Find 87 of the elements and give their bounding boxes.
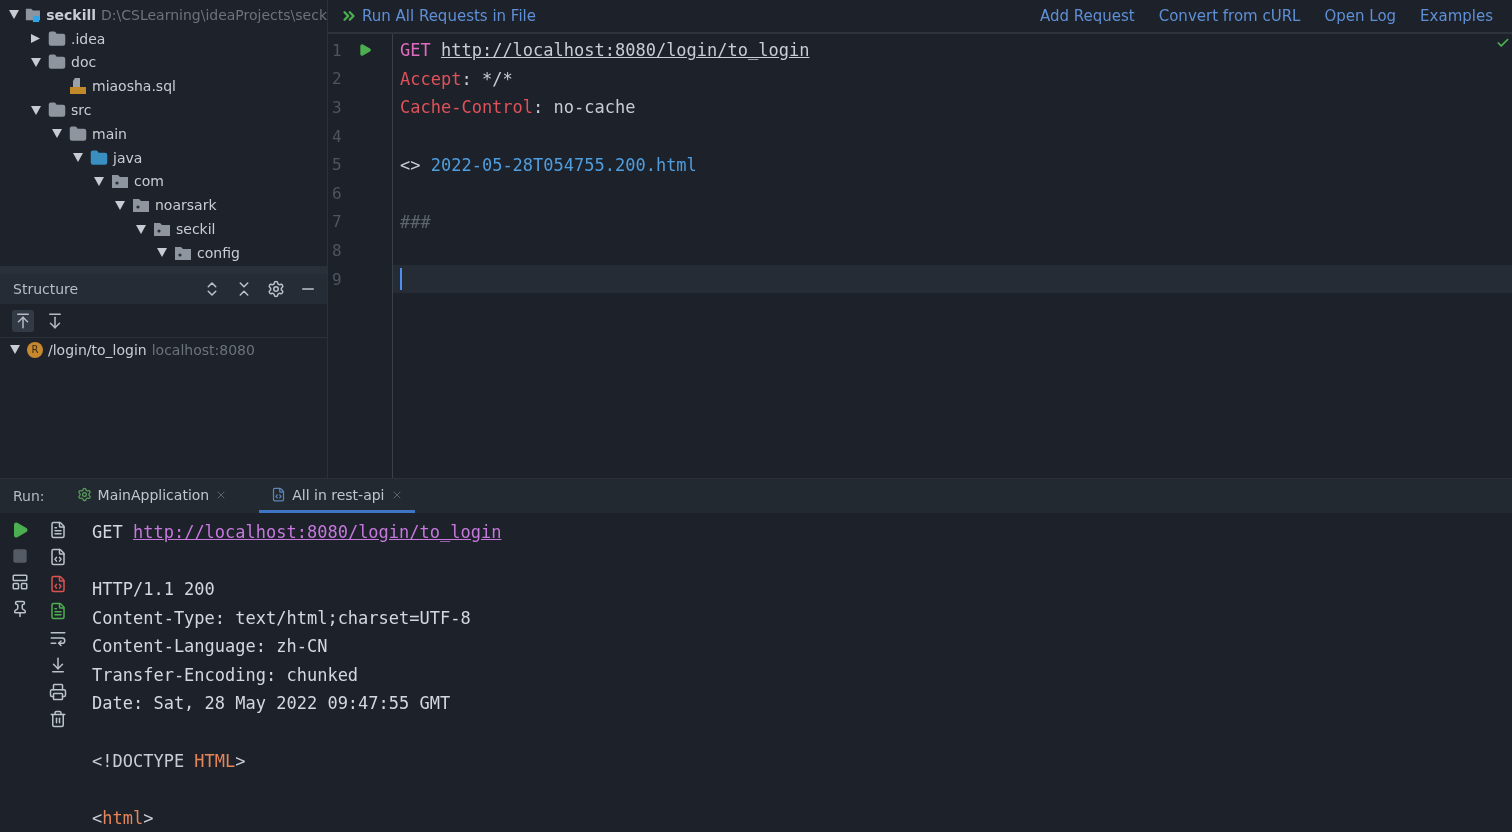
folder-icon [48,53,66,72]
toolbar-link[interactable]: Convert from cURL [1158,7,1301,25]
request-badge: R [27,341,43,358]
expanded-arrow-icon[interactable] [94,176,104,186]
run-request-icon[interactable] [358,43,372,58]
http-method: GET [92,521,124,542]
document-icon[interactable] [49,602,67,621]
package-folder-icon [132,197,150,214]
gear-icon [76,487,92,503]
run-icon[interactable] [11,521,29,540]
markup-tag: html [102,807,144,828]
tree-item-label[interactable]: main [92,125,127,142]
folder-icon [48,29,66,48]
run-all-link[interactable]: Run All Requests in File [340,7,536,25]
request-separator: ### [400,211,431,232]
markup-open: < [92,807,103,828]
colon: : [461,68,473,89]
request-path[interactable]: /login/to_login [48,341,147,358]
package-folder-icon [153,221,171,238]
response-marker: <> [400,154,422,175]
markup-tag: HTML [194,750,236,771]
toolbar-link[interactable]: Open Log [1324,7,1397,25]
sql-file-icon [69,77,87,96]
project-path: D:\CSLearning\ideaProjects\seck [101,6,327,23]
panel-title: Structure [13,281,80,297]
tree-item-label[interactable]: config [197,244,240,261]
header-value: */* [481,68,513,89]
folder-icon [90,148,108,167]
tree-item-label[interactable]: src [71,102,92,119]
tree-item-label[interactable]: noarsark [155,197,217,214]
response-file-link[interactable]: 2022-05-28T054755.200.html [430,154,697,175]
folder-icon [48,101,66,120]
expanded-arrow-icon[interactable] [9,10,20,20]
tree-item-label[interactable]: seckill [46,6,97,23]
tree-item-label[interactable]: doc [71,54,97,71]
tree-item-label[interactable]: miaosha.sql [92,78,176,95]
collapsed-arrow-icon[interactable] [31,34,41,44]
tree-item-label[interactable]: com [134,173,164,190]
pin-icon[interactable] [11,600,29,619]
response-line: Transfer-Encoding: chunked [92,664,359,685]
colon: : [533,97,545,118]
sort-up-button[interactable] [12,309,34,332]
markup-open: <!DOCTYPE [92,750,186,771]
check-icon [1496,36,1510,50]
tree-item-label[interactable]: seckil [176,221,216,238]
package-folder-icon [174,244,192,261]
package-folder-icon [111,173,129,190]
markup-close: > [235,750,246,771]
html-file-icon[interactable] [49,575,67,594]
request-url[interactable]: http://localhost:8080/login/to_login [440,40,810,61]
expanded-arrow-icon[interactable] [136,224,146,234]
toolbar-link[interactable]: Add Request [1039,7,1135,25]
expanded-arrow-icon[interactable] [115,200,125,210]
run-tab[interactable]: All in rest-api [259,479,415,514]
response-line: Content-Language: zh-CN [92,636,328,657]
response-line: HTTP/1.1 200 [92,578,215,599]
request-host: localhost:8080 [151,341,255,358]
folder-icon [69,124,87,143]
toolbar-link[interactable]: Examples [1420,7,1493,25]
header-name: Cache-Control [400,97,534,118]
expanded-arrow-icon[interactable] [10,345,20,355]
run-tab[interactable]: MainApplication [64,479,240,514]
code-file-icon[interactable] [49,548,67,567]
file-icon[interactable] [49,521,67,540]
tree-item-label[interactable]: .idea [71,30,106,47]
expanded-arrow-icon[interactable] [52,129,62,139]
run-label: Run: [13,488,45,505]
expanded-arrow-icon[interactable] [157,248,167,258]
print-icon[interactable] [49,683,67,702]
expanded-arrow-icon[interactable] [31,105,41,115]
settings-icon[interactable] [267,280,285,298]
soft-wrap-icon[interactable] [49,629,67,648]
header-name: Accept [400,68,462,89]
layout-icon[interactable] [11,573,29,592]
expanded-arrow-icon[interactable] [31,58,41,67]
markup-close: > [143,807,154,828]
response-line: Content-Type: text/html;charset=UTF-8 [92,607,471,628]
trash-icon[interactable] [49,710,67,729]
api-file-icon [271,487,287,503]
request-url[interactable]: http://localhost:8080/login/to_login [132,521,502,542]
tree-item-label[interactable]: java [113,149,143,166]
http-method: GET [400,40,432,61]
response-line: Date: Sat, 28 May 2022 09:47:55 GMT [92,693,451,714]
header-value: no-cache [553,97,636,118]
expanded-arrow-icon[interactable] [73,153,83,163]
text-caret [400,268,402,291]
scroll-to-end-icon[interactable] [49,656,67,675]
